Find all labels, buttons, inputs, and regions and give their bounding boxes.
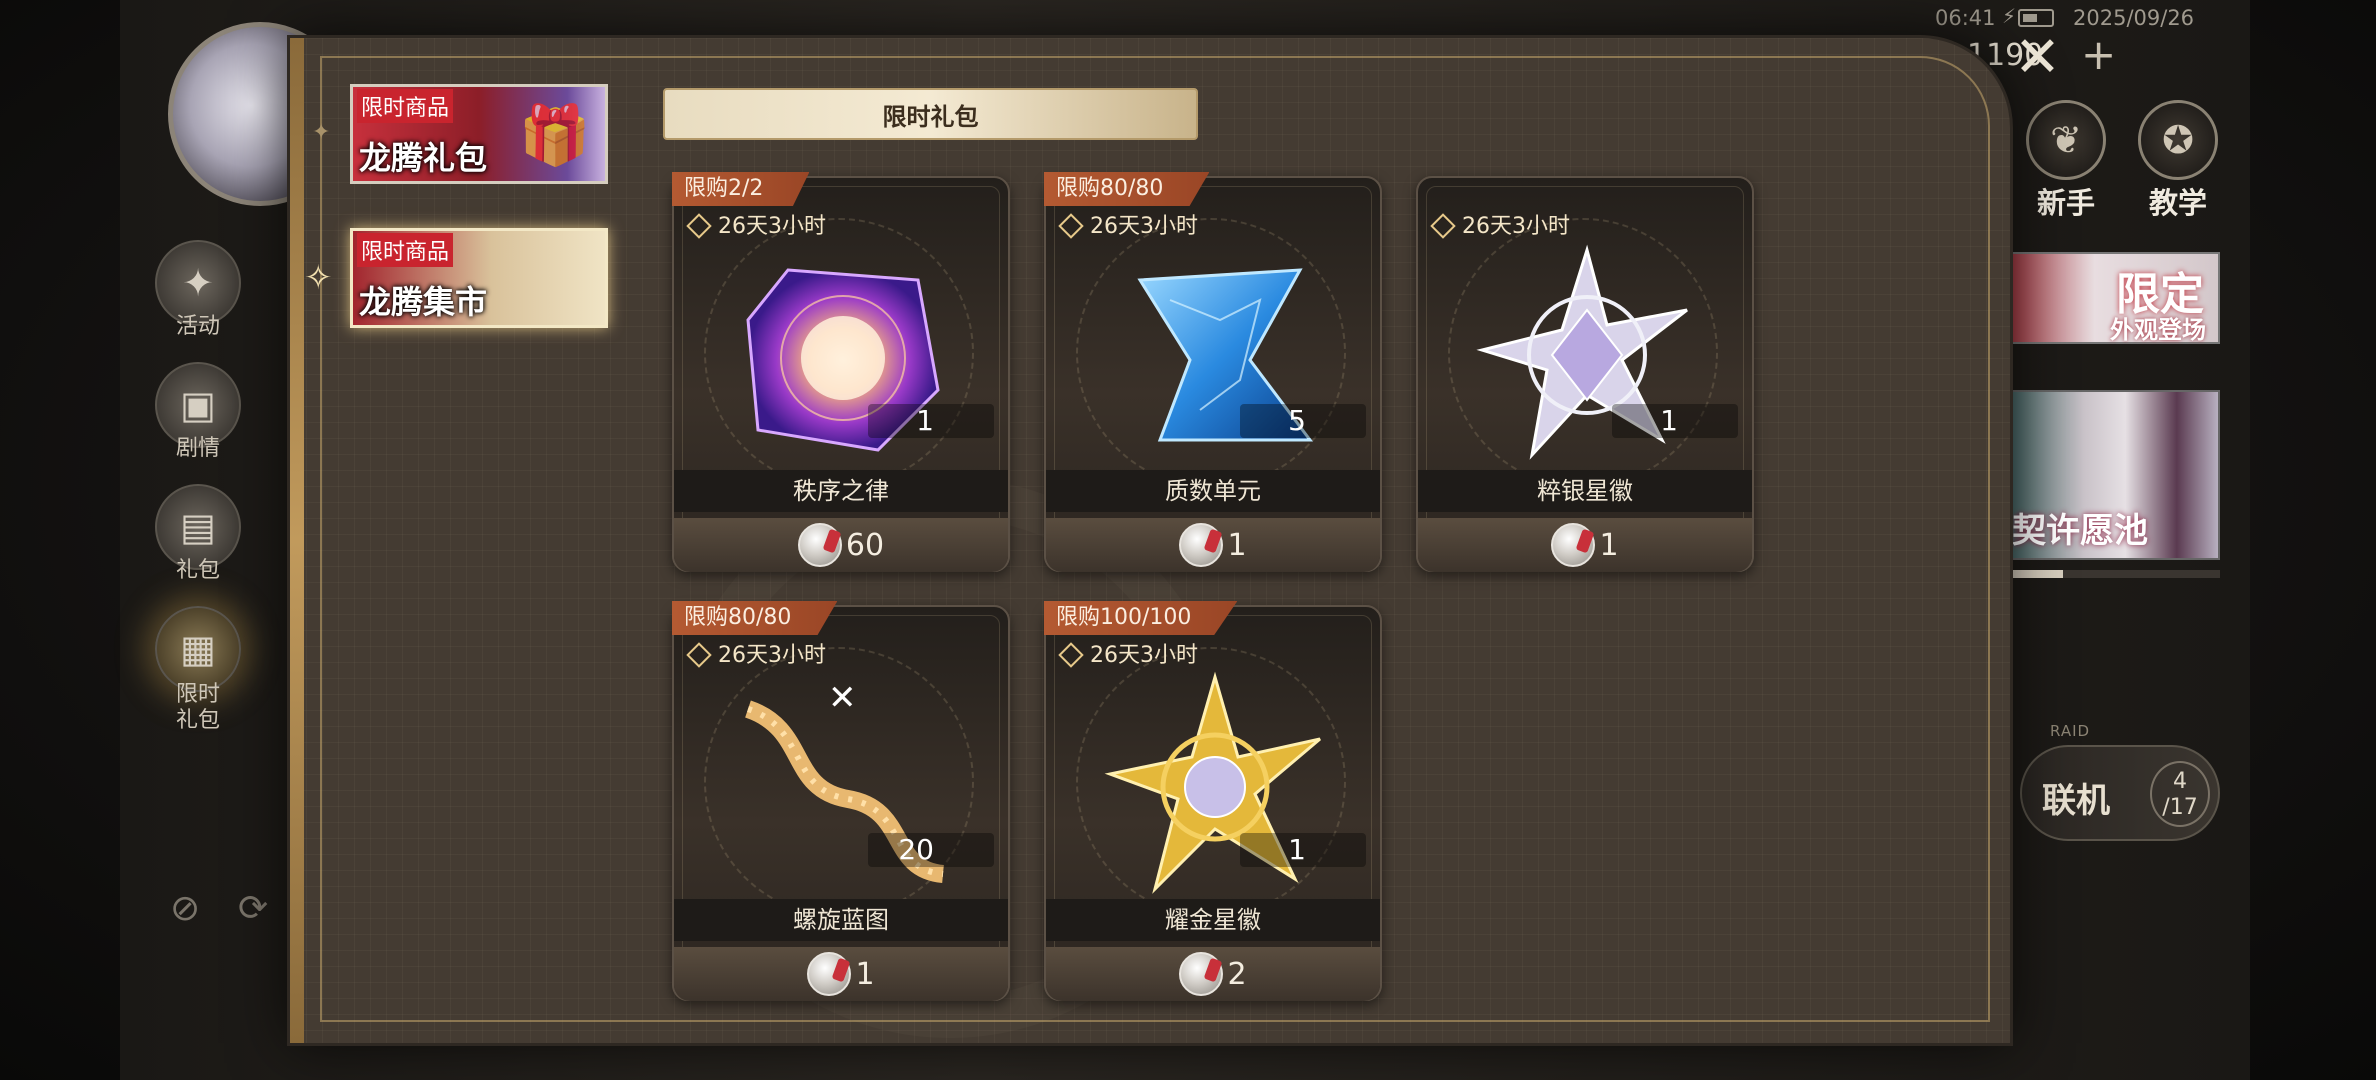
product-card[interactable]: 限购2/2 26天3小时 1 秩序之律 60 [672, 172, 1010, 572]
item-name: 螺旋蓝图 [674, 899, 1008, 941]
countdown-text: 26天3小时 [1090, 643, 1198, 668]
clock-diamond-icon [686, 213, 712, 239]
product-card[interactable]: 限购80/80 26天3小时 ✕ 20 螺旋蓝图 1 [672, 601, 1010, 1001]
item-quantity: 1 [1240, 833, 1366, 867]
category-tab-dragon-market[interactable]: 限时商品 龙腾集市 [350, 228, 608, 328]
category-title: 龙腾礼包 [359, 139, 488, 177]
item-price: 1 [1599, 527, 1619, 563]
svg-text:✕: ✕ [828, 678, 857, 718]
clock-diamond-icon [1058, 642, 1084, 668]
item-name: 秩序之律 [674, 470, 1008, 512]
add-currency-button[interactable]: + [2081, 30, 2116, 79]
product-card[interactable]: 限购100/100 26天3小时 1 耀金星徽 2 [1044, 601, 1382, 1001]
item-quantity: 20 [868, 833, 994, 867]
coin-icon [797, 523, 842, 567]
nav-label-story: 剧情 [175, 436, 220, 461]
purchase-limit-tag: 限购100/100 [1044, 601, 1238, 635]
item-quantity: 1 [868, 404, 994, 438]
status-date: 2025/09/26 [2073, 6, 2195, 30]
countdown: 26天3小时 [1058, 208, 1198, 240]
nav-label-limited-gift: 限时 礼包 [175, 682, 220, 733]
countdown: 26天3小时 [1058, 637, 1198, 669]
banner-carousel-indicator [2010, 570, 2220, 578]
selected-indicator-icon: ✧ [304, 258, 333, 298]
buy-button[interactable]: 1 [1418, 518, 1752, 572]
clock-diamond-icon [1430, 213, 1456, 239]
item-quantity: 5 [1240, 404, 1366, 438]
countdown-text: 26天3小时 [1090, 214, 1198, 239]
buy-button[interactable]: 60 [674, 518, 1008, 572]
item-price: 1 [855, 956, 875, 992]
limited-skin-banner[interactable]: 限定 外观登场 [2010, 252, 2220, 344]
item-name: 质数单元 [1046, 470, 1380, 512]
coin-icon [1179, 952, 1224, 996]
countdown-text: 26天3小时 [718, 214, 826, 239]
limited-gift-icon[interactable]: ▦ [155, 606, 241, 692]
category-title: 龙腾集市 [359, 283, 488, 321]
coop-count-current: 4 [2173, 769, 2187, 794]
hide-ui-icon[interactable]: ⊘ [170, 888, 200, 929]
product-card[interactable]: 限购80/80 26天3小时 5 质数单元 1 [1044, 172, 1382, 572]
item-price: 1 [1227, 527, 1247, 563]
coin-icon [807, 952, 852, 996]
gift-box-icon: 🎁 [518, 101, 591, 169]
refresh-icon[interactable]: ⟳ [238, 888, 268, 929]
item-quantity: 1 [1612, 404, 1738, 438]
wish-pool-title: 契许愿池 [2012, 511, 2148, 551]
panel-edge [290, 38, 304, 1043]
coin-icon [1551, 523, 1596, 567]
nav-label-gift: 礼包 [175, 558, 220, 583]
tool-label-tutorial: 教学 [2148, 186, 2207, 220]
coop-label: 联机 [2042, 781, 2110, 821]
sparkle-icon: ✦ [312, 120, 331, 145]
category-tab-dragon-gift[interactable]: 🎁 限时商品 龙腾礼包 [350, 84, 608, 184]
sprout-icon[interactable]: ❦ [2026, 100, 2106, 180]
item-price: 2 [1227, 956, 1247, 992]
status-time: 06:41 [1935, 6, 1996, 30]
countdown: 26天3小时 [686, 637, 826, 669]
raid-tag: RAID [2050, 722, 2091, 740]
buy-button[interactable]: 2 [1046, 947, 1380, 1001]
countdown: 26天3小时 [1430, 208, 1570, 240]
purchase-limit-tag: 限购80/80 [672, 601, 838, 635]
banner-carousel-progress [2010, 570, 2063, 578]
star-gear-icon[interactable]: ✪ [2138, 100, 2218, 180]
coop-button[interactable]: 联机 4 /17 [2020, 745, 2220, 841]
countdown: 26天3小时 [686, 208, 826, 240]
nav-label-activity: 活动 [175, 314, 220, 339]
countdown-text: 26天3小时 [1462, 214, 1570, 239]
buy-button[interactable]: 1 [1046, 518, 1380, 572]
close-button[interactable]: ✕ [2014, 30, 2061, 86]
clock-diamond-icon [1058, 213, 1084, 239]
wish-pool-banner[interactable]: 契许愿池 [2010, 390, 2220, 560]
item-name: 耀金星徽 [1046, 899, 1380, 941]
clock-diamond-icon [686, 642, 712, 668]
coop-count: 4 /17 [2150, 761, 2210, 827]
coin-icon [1179, 523, 1224, 567]
coop-count-total: /17 [2162, 795, 2198, 820]
countdown-text: 26天3小时 [718, 643, 826, 668]
tool-label-newbie: 新手 [2036, 186, 2095, 220]
banner-subtitle: 外观登场 [2110, 316, 2206, 344]
category-badge: 限时商品 [357, 89, 454, 123]
purchase-limit-tag: 限购2/2 [672, 172, 810, 206]
buy-button[interactable]: 1 [674, 947, 1008, 1001]
category-badge: 限时商品 [357, 233, 454, 267]
item-price: 60 [845, 527, 885, 563]
purchase-limit-tag: 限购80/80 [1044, 172, 1210, 206]
product-card[interactable]: 26天3小时 1 粹银星徽 1 [1416, 176, 1754, 572]
section-title: 限时礼包 [663, 88, 1198, 140]
item-name: 粹银星徽 [1418, 470, 1752, 512]
